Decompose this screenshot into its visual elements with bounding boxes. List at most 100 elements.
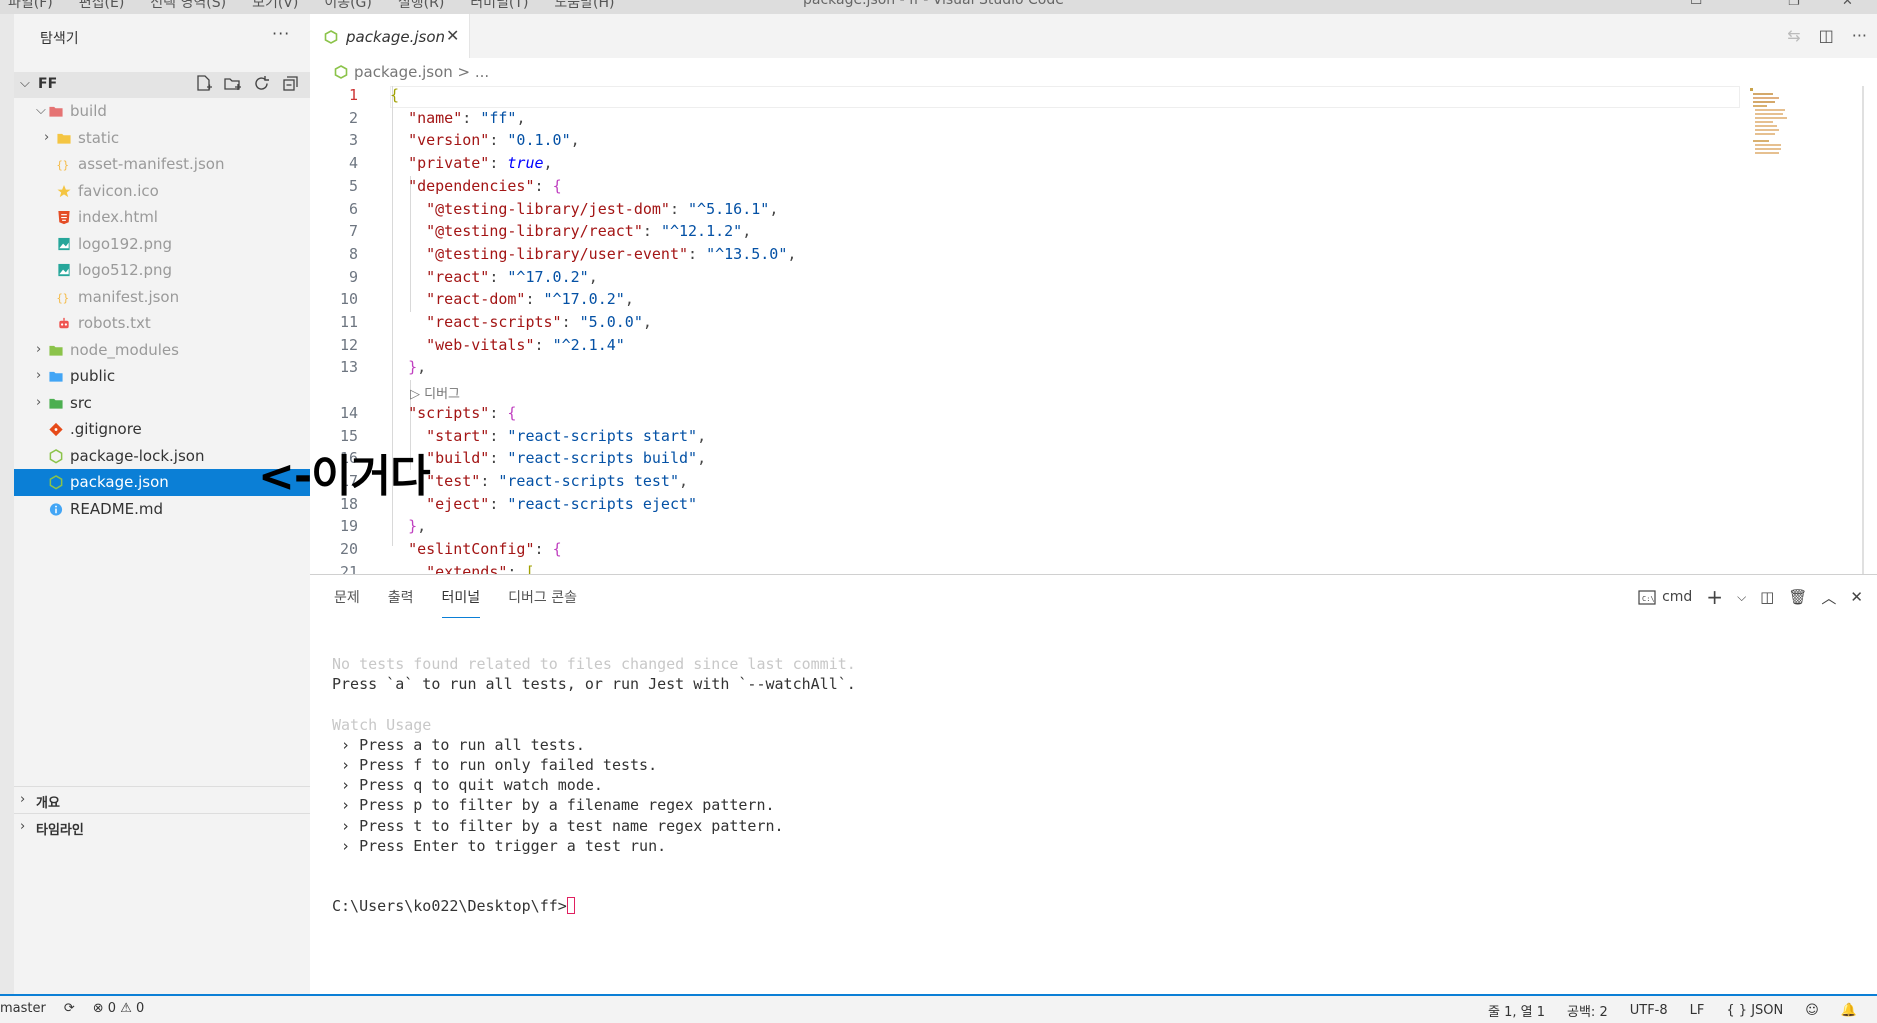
terminal-icon: C:\ [1638, 589, 1656, 605]
terminal-selector[interactable]: C:\ cmd [1638, 589, 1692, 605]
compare-changes-icon[interactable]: ⇆ [1787, 26, 1800, 45]
cursor-position[interactable]: 줄 1, 열 1 [1488, 1001, 1545, 1020]
code-token: "ff" [480, 108, 517, 127]
menu-item[interactable]: 편집(E) [79, 0, 125, 12]
sync-icon[interactable]: ⟳ [64, 1001, 75, 1016]
tree-item[interactable]: .gitignore [14, 416, 310, 443]
minimap[interactable] [1750, 88, 1790, 158]
indentation[interactable]: 공백: 2 [1567, 1001, 1608, 1020]
code-lens[interactable]: ▷ 디버그 [310, 381, 1760, 404]
menu-item[interactable]: 도움말(H) [554, 0, 614, 12]
json-file-icon: {} [57, 292, 69, 304]
bottom-panel: 문제 출력 터미널 디버그 콘솔 C:\ cmd + ⌵ ◫ 🗑 ︿ ✕ No tes… [310, 574, 1877, 994]
line-number: 9 [348, 267, 358, 286]
tree-item[interactable]: robots.txt [14, 310, 310, 337]
tab-package-json[interactable]: package.json ✕ [310, 14, 470, 58]
timeline-section[interactable]: › 타임라인 [14, 813, 310, 839]
problems-indicator[interactable]: ⊗ 0 ⚠ 0 [93, 1001, 145, 1016]
split-terminal-icon[interactable]: ◫ [1760, 588, 1774, 606]
tree-item[interactable]: {} asset-manifest.json [14, 151, 310, 178]
breadcrumb-path[interactable]: package.json > ... [354, 63, 489, 81]
outline-section[interactable]: › 개요 [14, 786, 310, 812]
line-text: "react-scripts": "5.0.0", [390, 313, 652, 331]
split-editor-icon[interactable]: ◫ [1819, 26, 1834, 45]
close-panel-icon[interactable]: ✕ [1850, 588, 1863, 606]
branch-name[interactable]: master [0, 1001, 46, 1016]
new-terminal-icon[interactable]: + [1706, 585, 1723, 609]
end-of-line[interactable]: LF [1690, 1003, 1705, 1018]
more-actions-icon[interactable]: ··· [1852, 26, 1867, 45]
menu-item[interactable]: 터미널(T) [470, 0, 528, 12]
notifications-icon[interactable]: 🔔 [1841, 1003, 1857, 1018]
new-file-icon[interactable] [194, 74, 213, 93]
terminal-line: › Press t to filter by a test name regex… [332, 817, 856, 837]
tree-item[interactable]: index.html [14, 204, 310, 231]
code-token: "@testing-library/jest-dom" [426, 199, 670, 218]
tree-item[interactable]: › node_modules [14, 337, 310, 364]
tree-item[interactable]: favicon.ico [14, 178, 310, 205]
code-line: 19 }, [310, 517, 1760, 540]
encoding[interactable]: UTF-8 [1630, 1003, 1668, 1018]
terminal-text: Watch Usage [332, 715, 432, 734]
menu-bar[interactable]: 파일(F) 편집(E) 선택 영역(S) 보기(V) 이동(G) 실행(R) 터미널(T) 도… [8, 0, 615, 12]
tree-item[interactable]: ⌵ build [14, 98, 310, 125]
tree-item[interactable]: › public [14, 363, 310, 390]
panel-tab[interactable]: 터미널 [441, 587, 481, 618]
code-line: 13 }, [310, 358, 1760, 381]
tree-item[interactable]: logo192.png [14, 231, 310, 258]
more-actions-icon[interactable]: ··· [272, 24, 290, 43]
svg-text:{}: {} [57, 159, 69, 171]
menu-item[interactable]: 이동(G) [324, 0, 372, 12]
code-line: 10 "react-dom": "^17.0.2", [310, 290, 1760, 313]
code-line: 14 "scripts": { [310, 404, 1760, 427]
editor-scrollbar[interactable] [1862, 86, 1864, 574]
npm-file-icon [334, 65, 348, 79]
code-editor[interactable]: 1{2 "name": "ff", 3 "version": "0.1.0", 4 … [310, 86, 1877, 574]
code-line: 15 "start": "react-scripts start", [310, 427, 1760, 450]
menu-item[interactable]: 선택 영역(S) [150, 0, 226, 12]
chevron-down-icon[interactable]: ⌵ [1737, 590, 1746, 605]
new-folder-icon[interactable] [223, 74, 242, 93]
terminal-line: No tests found related to files changed … [332, 655, 856, 675]
tree-item[interactable]: {} manifest.json [14, 284, 310, 311]
menu-item[interactable]: 보기(V) [252, 0, 298, 12]
line-number: 3 [348, 131, 358, 150]
close-window-icon[interactable]: ✕ [1842, 0, 1853, 9]
tree-item[interactable]: logo512.png [14, 257, 310, 284]
npm-file-icon [49, 475, 63, 490]
code-token: "react-scripts start" [507, 426, 698, 445]
code-token: , [570, 131, 580, 150]
menu-item[interactable]: 파일(F) [8, 0, 53, 12]
tree-item[interactable]: › static [14, 125, 310, 152]
trash-icon[interactable]: 🗑 [1788, 588, 1807, 606]
code-token: "eslintConfig" [408, 540, 535, 558]
terminal-line: › Press f to run only failed tests. [332, 756, 856, 776]
panel-tab[interactable]: 디버그 콘솔 [508, 587, 577, 618]
restore-icon[interactable]: ❐ [1788, 0, 1800, 9]
tree-item-label: src [70, 393, 92, 412]
terminal-text: › Press a to run all tests. [332, 735, 585, 754]
layout-icon[interactable]: ▭ [1690, 0, 1702, 9]
menu-item[interactable]: 실행(R) [398, 0, 444, 12]
language-mode[interactable]: { } JSON [1726, 1003, 1783, 1018]
line-number: 13 [339, 358, 358, 377]
code-token: "react-dom" [426, 290, 526, 309]
code-token: "eject" [426, 494, 490, 513]
code-line: 3 "version": "0.1.0", [310, 131, 1760, 154]
collapse-all-icon[interactable] [281, 74, 300, 93]
panel-tab[interactable]: 출력 [388, 587, 414, 618]
tree-item[interactable]: › src [14, 390, 310, 417]
panel-tab[interactable]: 문제 [334, 587, 360, 618]
line-text: "extends": [ [390, 563, 534, 574]
feedback-icon[interactable]: ☺ [1805, 1003, 1819, 1018]
tree-item-label: static [78, 128, 120, 147]
terminal-output[interactable]: No tests found related to files changed … [332, 655, 856, 917]
maximize-panel-icon[interactable]: ︿ [1821, 587, 1836, 608]
line-number: 6 [348, 199, 358, 218]
refresh-icon[interactable] [252, 74, 271, 93]
workspace-root[interactable]: ⌵ FF [14, 72, 310, 98]
close-tab-icon[interactable]: ✕ [446, 26, 459, 45]
